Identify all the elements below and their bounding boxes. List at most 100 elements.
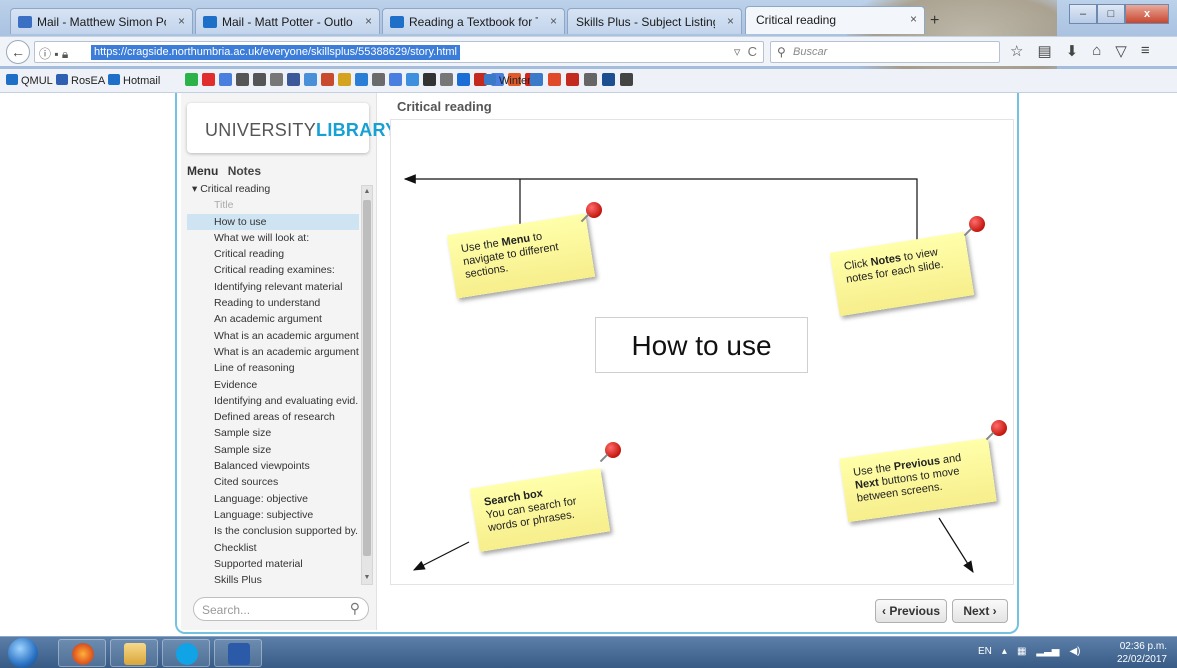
bookmark-icon[interactable] bbox=[620, 73, 633, 86]
menu-item[interactable]: Sample size bbox=[187, 442, 359, 458]
reload-icon[interactable]: ▿ C bbox=[734, 44, 757, 60]
back-button[interactable]: ← bbox=[6, 40, 30, 64]
search-input[interactable]: Search... ⚲ bbox=[193, 597, 369, 621]
menu-item[interactable]: Title bbox=[187, 197, 359, 213]
minimize-button[interactable]: – bbox=[1069, 4, 1097, 24]
close-icon[interactable]: × bbox=[550, 14, 557, 28]
bookmark-icon[interactable] bbox=[423, 73, 436, 86]
bookmark-icon[interactable] bbox=[566, 73, 579, 86]
next-button[interactable]: Next › bbox=[952, 599, 1008, 623]
close-icon[interactable]: × bbox=[178, 14, 185, 28]
menu-scrollbar[interactable]: ▲ ▼ bbox=[361, 185, 373, 585]
bookmark-rosea[interactable]: RosEA bbox=[56, 74, 105, 87]
clock[interactable]: 02:36 p.m. 22/02/2017 bbox=[1117, 640, 1167, 666]
menu-item[interactable]: Skills Plus bbox=[187, 572, 359, 588]
url-bar[interactable]: ⓘ ▪ 🔒︎ https://cragside.northumbria.ac.u… bbox=[34, 41, 764, 63]
tab-menu[interactable]: Menu bbox=[187, 164, 218, 178]
menu-item[interactable]: Line of reasoning bbox=[187, 360, 359, 376]
bookmark-winter[interactable]: Winter bbox=[484, 74, 531, 87]
taskbar-skype[interactable] bbox=[162, 639, 210, 667]
menu-item[interactable]: Checklist bbox=[187, 540, 359, 556]
close-window-button[interactable]: x bbox=[1125, 4, 1169, 24]
scroll-down-icon[interactable]: ▼ bbox=[362, 572, 372, 584]
taskbar-explorer[interactable] bbox=[110, 639, 158, 667]
tab-mail-1[interactable]: Mail - Matthew Simon Pott... × bbox=[10, 8, 193, 34]
menu-item[interactable]: Cited sources bbox=[187, 474, 359, 490]
menu-item[interactable]: What we will look at: bbox=[187, 230, 359, 246]
tab-skills-plus[interactable]: Skills Plus - Subject Listing : No... × bbox=[567, 8, 742, 34]
google-icon[interactable] bbox=[219, 73, 232, 86]
bookmark-icon[interactable] bbox=[602, 73, 615, 86]
tab-mail-outlook[interactable]: Mail - Matt Potter - Outlook × bbox=[195, 8, 380, 34]
menu-item[interactable]: Evidence bbox=[187, 377, 359, 393]
bookmark-icon[interactable] bbox=[355, 73, 368, 86]
facebook-icon[interactable] bbox=[287, 73, 300, 86]
bookmark-icon[interactable] bbox=[321, 73, 334, 86]
bookmark-icon[interactable] bbox=[548, 73, 561, 86]
bookmark-hotmail[interactable]: Hotmail bbox=[108, 74, 160, 87]
menu-item[interactable]: Balanced viewpoints bbox=[187, 458, 359, 474]
reading-list-icon[interactable]: ▤ bbox=[1037, 42, 1051, 60]
menu-section-item[interactable]: ▾ Critical reading bbox=[187, 181, 359, 197]
download-icon[interactable]: ⬇ bbox=[1066, 42, 1079, 60]
close-icon[interactable]: × bbox=[727, 14, 734, 28]
bookmark-icon[interactable] bbox=[185, 73, 198, 86]
bookmark-qmul[interactable]: QMUL bbox=[6, 74, 53, 87]
browser-chrome: Mail - Matthew Simon Pott... × Mail - Ma… bbox=[0, 0, 1177, 93]
home-icon[interactable]: ⌂ bbox=[1092, 42, 1101, 60]
menu-item[interactable]: What is an academic argument? bbox=[187, 328, 359, 344]
menu-item[interactable]: Identifying and evaluating evid... bbox=[187, 393, 359, 409]
network-icon[interactable]: ▦ bbox=[1017, 646, 1026, 657]
bookmark-icon[interactable] bbox=[253, 73, 266, 86]
url-text[interactable]: https://cragside.northumbria.ac.uk/every… bbox=[91, 45, 460, 60]
search-bar[interactable]: ⚲ Buscar bbox=[770, 41, 1000, 63]
scroll-thumb[interactable] bbox=[363, 200, 371, 556]
bookmark-icon[interactable] bbox=[457, 73, 470, 86]
bookmark-icon[interactable] bbox=[530, 73, 543, 86]
language-indicator[interactable]: EN bbox=[978, 646, 992, 657]
bookmark-icon[interactable] bbox=[372, 73, 385, 86]
menu-item[interactable]: Supported material bbox=[187, 556, 359, 572]
menu-item[interactable]: Critical reading examines: bbox=[187, 262, 359, 278]
menu-item[interactable]: What is an academic argument? bbox=[187, 344, 359, 360]
menu-item[interactable]: Identifying relevant material bbox=[187, 279, 359, 295]
taskbar-word[interactable] bbox=[214, 639, 262, 667]
search-icon[interactable]: ⚲ bbox=[350, 600, 360, 617]
tab-reading-textbook[interactable]: Reading a Textbook for Tru... × bbox=[382, 8, 565, 34]
bookmark-icon[interactable] bbox=[440, 73, 453, 86]
signal-icon[interactable]: ▂▃▅ bbox=[1036, 646, 1059, 657]
google-icon[interactable] bbox=[389, 73, 402, 86]
site-info-icon[interactable]: ⓘ ▪ 🔒︎ bbox=[39, 45, 68, 62]
menu-item[interactable]: Defined areas of research bbox=[187, 409, 359, 425]
tab-critical-reading[interactable]: Critical reading × bbox=[745, 6, 925, 34]
bookmark-icon[interactable] bbox=[406, 73, 419, 86]
youtube-icon[interactable] bbox=[202, 73, 215, 86]
start-button[interactable] bbox=[8, 638, 38, 668]
menu-item[interactable]: Critical reading bbox=[187, 246, 359, 262]
taskbar-firefox[interactable] bbox=[58, 639, 106, 667]
menu-item[interactable]: Sample size bbox=[187, 425, 359, 441]
menu-item[interactable]: Is the conclusion supported by... bbox=[187, 523, 359, 539]
show-hidden-icons-icon[interactable]: ▴ bbox=[1002, 646, 1007, 657]
pocket-icon[interactable]: ▽ bbox=[1115, 42, 1127, 60]
menu-item[interactable]: Language: objective bbox=[187, 491, 359, 507]
tab-notes[interactable]: Notes bbox=[228, 164, 261, 178]
close-icon[interactable]: × bbox=[910, 12, 917, 26]
bookmark-icon[interactable] bbox=[584, 73, 597, 86]
scroll-up-icon[interactable]: ▲ bbox=[362, 186, 372, 198]
menu-item[interactable]: Reading to understand bbox=[187, 295, 359, 311]
bookmark-icon[interactable] bbox=[304, 73, 317, 86]
menu-item[interactable]: An academic argument bbox=[187, 311, 359, 327]
new-tab-button[interactable]: + bbox=[930, 12, 939, 30]
volume-icon[interactable]: ◀) bbox=[1069, 646, 1080, 657]
menu-item[interactable]: Language: subjective bbox=[187, 507, 359, 523]
bookmark-icon[interactable] bbox=[236, 73, 249, 86]
previous-button[interactable]: ‹ Previous bbox=[875, 599, 947, 623]
bookmark-icon[interactable] bbox=[270, 73, 283, 86]
menu-item[interactable]: How to use bbox=[187, 213, 359, 230]
bookmark-star-icon[interactable]: ☆ bbox=[1010, 42, 1023, 60]
menu-icon[interactable]: ≡ bbox=[1141, 42, 1150, 60]
bookmark-icon[interactable] bbox=[338, 73, 351, 86]
maximize-button[interactable]: □ bbox=[1097, 4, 1125, 24]
close-icon[interactable]: × bbox=[365, 14, 372, 28]
